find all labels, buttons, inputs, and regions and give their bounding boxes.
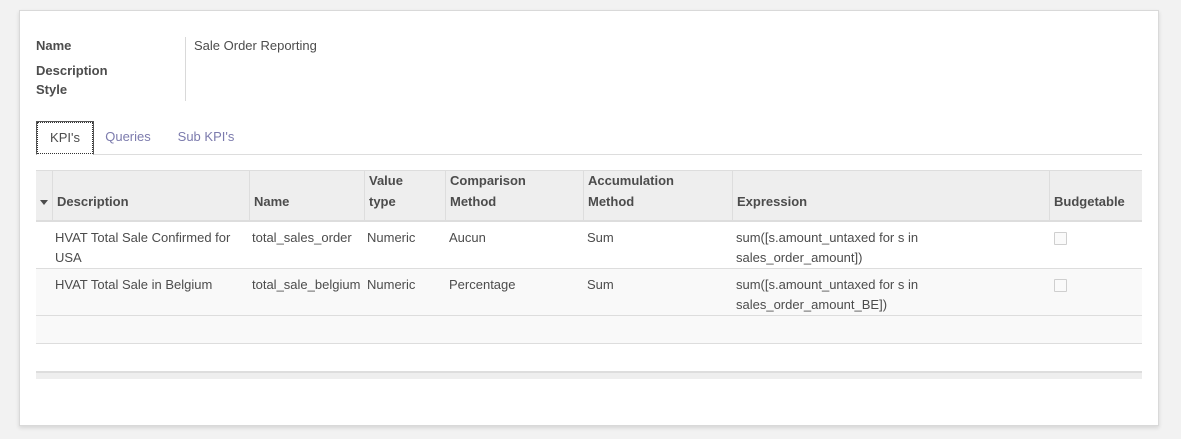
cell-accumulation-method: Sum: [587, 277, 614, 292]
cell-expression: sum([s.amount_untaxed for s in sales_ord…: [736, 277, 919, 312]
tab-sub-kpis[interactable]: Sub KPI's: [170, 121, 242, 155]
tab-queries[interactable]: Queries: [98, 121, 158, 155]
table-footer: [36, 372, 1142, 379]
form-sheet: Name Description Style Sale Order Report…: [19, 10, 1159, 426]
name-value[interactable]: Sale Order Reporting: [194, 38, 317, 53]
description-label: Description: [36, 63, 108, 78]
kpi-table: Description Name Value type Comparison M…: [36, 170, 1142, 379]
cell-value-type: Numeric: [367, 230, 416, 245]
cell-value-type: Numeric: [367, 277, 416, 292]
header-description[interactable]: Description: [52, 171, 250, 220]
header-value-type[interactable]: Value type: [364, 171, 446, 220]
cell-name: total_sale_belgium: [252, 277, 361, 292]
table-header: Description Name Value type Comparison M…: [36, 170, 1142, 222]
notebook-tabs: KPI's Queries Sub KPI's: [36, 120, 1142, 155]
tab-kpis[interactable]: KPI's: [36, 121, 94, 155]
empty-row: [36, 316, 1142, 344]
budgetable-checkbox[interactable]: [1054, 279, 1067, 292]
caret-down-icon: [40, 200, 48, 205]
budgetable-checkbox[interactable]: [1054, 232, 1067, 245]
name-label: Name: [36, 38, 72, 53]
style-label: Style: [36, 82, 68, 97]
header-accumulation-method[interactable]: Accumulation Method: [583, 171, 733, 220]
form-fields: Name Description Style Sale Order Report…: [36, 37, 636, 101]
table-row[interactable]: HVAT Total Sale Confirmed for USA total_…: [36, 222, 1142, 269]
cell-name: total_sales_order: [252, 230, 352, 245]
cell-comparison-method: Percentage: [449, 277, 516, 292]
header-budgetable[interactable]: Budgetable: [1049, 171, 1142, 220]
header-comparison-method[interactable]: Comparison Method: [445, 171, 584, 220]
empty-row: [36, 344, 1142, 372]
field-labels-column: Name Description Style: [36, 37, 186, 101]
header-name[interactable]: Name: [249, 171, 365, 220]
table-row[interactable]: HVAT Total Sale in Belgium total_sale_be…: [36, 269, 1142, 316]
sort-toggle[interactable]: [36, 171, 52, 220]
cell-description: HVAT Total Sale in Belgium: [55, 277, 213, 292]
cell-expression: sum([s.amount_untaxed for s in sales_ord…: [736, 230, 919, 265]
header-expression[interactable]: Expression: [732, 171, 1050, 220]
cell-accumulation-method: Sum: [587, 230, 614, 245]
cell-comparison-method: Aucun: [449, 230, 486, 245]
cell-description: HVAT Total Sale Confirmed for USA: [55, 230, 231, 265]
